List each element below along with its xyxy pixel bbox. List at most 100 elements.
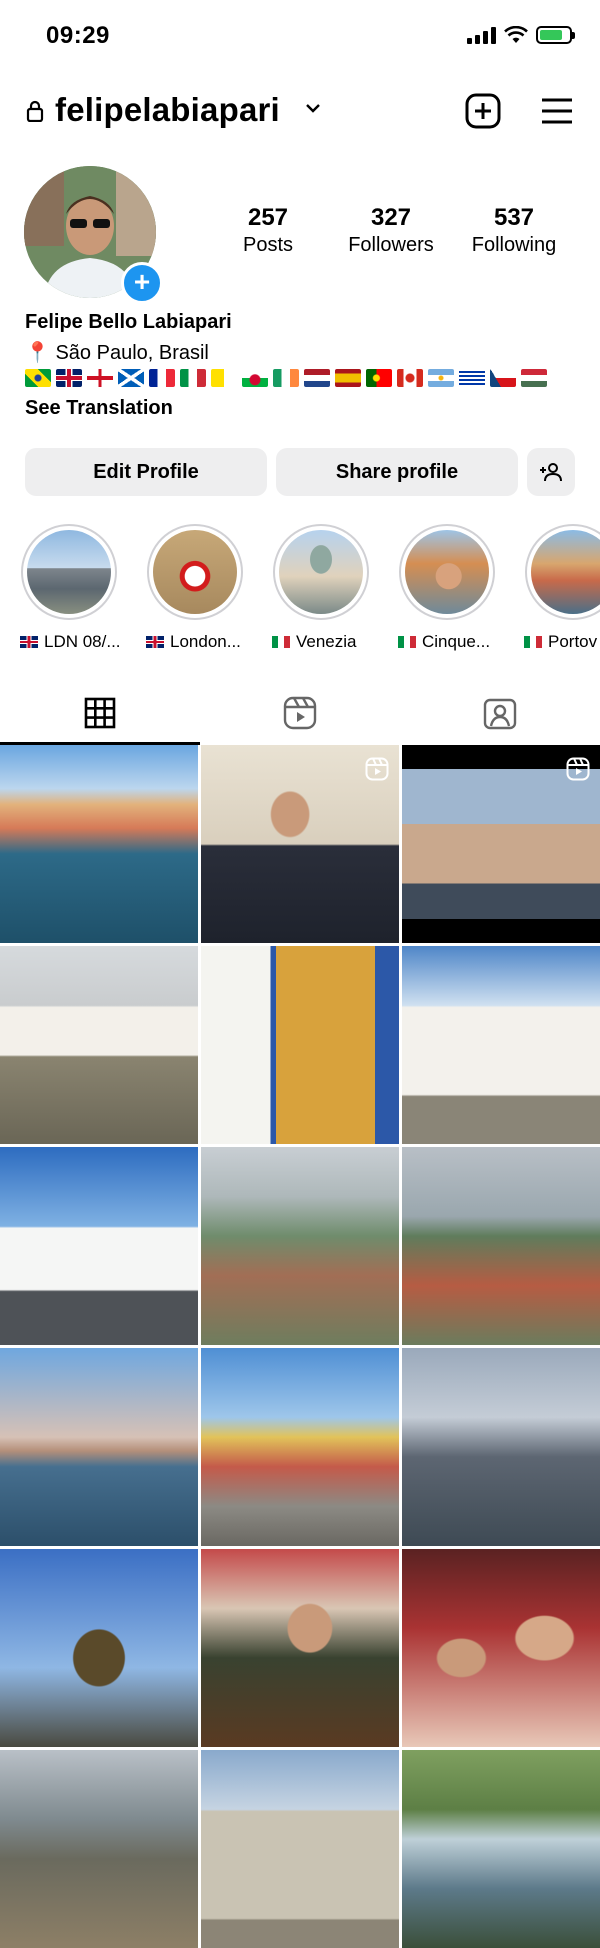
flag-united-kingdom-icon	[20, 636, 38, 648]
status-bar: 09:29	[0, 0, 600, 76]
post-thumbnail[interactable]	[201, 946, 399, 1144]
flag-england-icon	[87, 369, 113, 387]
flag-uruguay-icon	[459, 369, 485, 387]
flag-italy-icon	[524, 636, 542, 648]
profile-tabs	[0, 682, 600, 746]
username[interactable]: felipelabiapari	[55, 91, 280, 129]
profile-header: felipelabiapari	[0, 84, 600, 140]
discover-people-button[interactable]	[527, 448, 575, 496]
battery-icon	[536, 26, 575, 44]
post-thumbnail[interactable]	[0, 1147, 198, 1345]
stat-following[interactable]: 537 Following	[449, 204, 579, 257]
flag-united-kingdom-icon	[56, 369, 82, 387]
flag-wales-icon	[242, 369, 268, 387]
highlight-image	[27, 530, 111, 614]
lock-icon	[26, 100, 44, 122]
post-thumbnail[interactable]	[0, 1750, 198, 1948]
flag-argentina-icon	[428, 369, 454, 387]
story-highlight[interactable]: Portov	[518, 524, 600, 652]
highlight-image	[279, 530, 363, 614]
flag-ireland-icon	[273, 369, 299, 387]
posts-label: Posts	[242, 234, 294, 256]
post-thumbnail[interactable]	[402, 1147, 600, 1345]
flag-canada-icon	[397, 369, 423, 387]
see-translation-link[interactable]: See Translation	[25, 397, 173, 420]
post-thumbnail[interactable]	[201, 1147, 399, 1345]
post-thumbnail[interactable]	[201, 1750, 399, 1948]
highlight-title: Venezia	[296, 632, 357, 651]
flag-czech-republic-icon	[490, 369, 516, 387]
post-thumbnail[interactable]	[201, 745, 399, 943]
highlight-image	[405, 530, 489, 614]
following-label: Following	[471, 234, 557, 256]
wifi-icon	[504, 26, 528, 43]
posts-grid	[0, 745, 600, 1948]
followers-count: 327	[370, 204, 412, 231]
post-thumbnail[interactable]	[0, 1348, 198, 1546]
chevron-down-icon[interactable]	[305, 102, 321, 114]
tab-tagged[interactable]	[400, 682, 600, 744]
reel-icon	[365, 757, 389, 781]
highlight-cover	[273, 524, 369, 620]
stat-posts[interactable]: 257 Posts	[203, 204, 333, 257]
highlight-cover	[147, 524, 243, 620]
highlight-title: LDN 08/...	[44, 632, 121, 651]
flag-united-kingdom-icon	[146, 636, 164, 648]
highlight-cover	[525, 524, 600, 620]
reel-icon	[566, 757, 590, 781]
add-person-icon	[540, 463, 562, 482]
highlight-title: London...	[170, 632, 241, 651]
edit-profile-button[interactable]: Edit Profile	[25, 448, 267, 496]
grid-icon	[84, 697, 116, 729]
add-story-button[interactable]: +	[121, 262, 163, 304]
highlight-image	[153, 530, 237, 614]
post-thumbnail[interactable]	[201, 1549, 399, 1747]
location: 📍 São Paulo, Brasil	[25, 342, 209, 364]
new-post-icon[interactable]	[464, 92, 502, 130]
highlight-cover	[21, 524, 117, 620]
flag-hungary-icon	[521, 369, 547, 387]
full-name: Felipe Bello Labiapari	[25, 311, 232, 333]
flag-scotland-icon	[118, 369, 144, 387]
highlight-label: London...	[140, 632, 250, 652]
post-thumbnail[interactable]	[402, 1348, 600, 1546]
story-highlight[interactable]: London...	[140, 524, 250, 652]
status-time: 09:29	[46, 22, 110, 49]
post-thumbnail[interactable]	[201, 1348, 399, 1546]
story-highlight[interactable]: LDN 08/...	[14, 524, 124, 652]
post-thumbnail[interactable]	[402, 1750, 600, 1948]
post-thumbnail[interactable]	[402, 1549, 600, 1747]
flag-row	[25, 369, 547, 387]
highlight-title: Cinque...	[422, 632, 491, 651]
highlight-image	[531, 530, 600, 614]
flag-netherlands-icon	[304, 369, 330, 387]
post-thumbnail[interactable]	[402, 745, 600, 943]
post-thumbnail[interactable]	[0, 745, 198, 943]
menu-icon[interactable]	[540, 96, 574, 126]
highlight-cover	[399, 524, 495, 620]
tagged-icon	[483, 698, 517, 730]
flag-portugal-icon	[366, 369, 392, 387]
stat-followers[interactable]: 327 Followers	[326, 204, 456, 257]
story-highlight[interactable]: Cinque...	[392, 524, 502, 652]
post-thumbnail[interactable]	[0, 1549, 198, 1747]
tab-grid[interactable]	[0, 682, 200, 744]
highlight-title: Portov	[548, 632, 598, 651]
tab-reels[interactable]	[200, 682, 400, 744]
posts-count: 257	[247, 204, 289, 231]
story-highlight[interactable]: Venezia	[266, 524, 376, 652]
highlight-label: Cinque...	[392, 632, 502, 652]
reels-icon	[283, 696, 317, 730]
highlight-label: LDN 08/...	[14, 632, 124, 652]
flag-italy-icon	[272, 636, 290, 648]
post-thumbnail[interactable]	[402, 946, 600, 1144]
flag-france-icon	[149, 369, 175, 387]
cellular-signal-icon	[467, 26, 496, 44]
status-icons	[467, 26, 575, 44]
flag-brazil-icon	[25, 369, 51, 387]
followers-label: Followers	[348, 234, 434, 256]
post-thumbnail[interactable]	[0, 946, 198, 1144]
highlight-label: Portov	[518, 632, 600, 652]
share-profile-button[interactable]: Share profile	[276, 448, 518, 496]
flag-italy-icon	[398, 636, 416, 648]
